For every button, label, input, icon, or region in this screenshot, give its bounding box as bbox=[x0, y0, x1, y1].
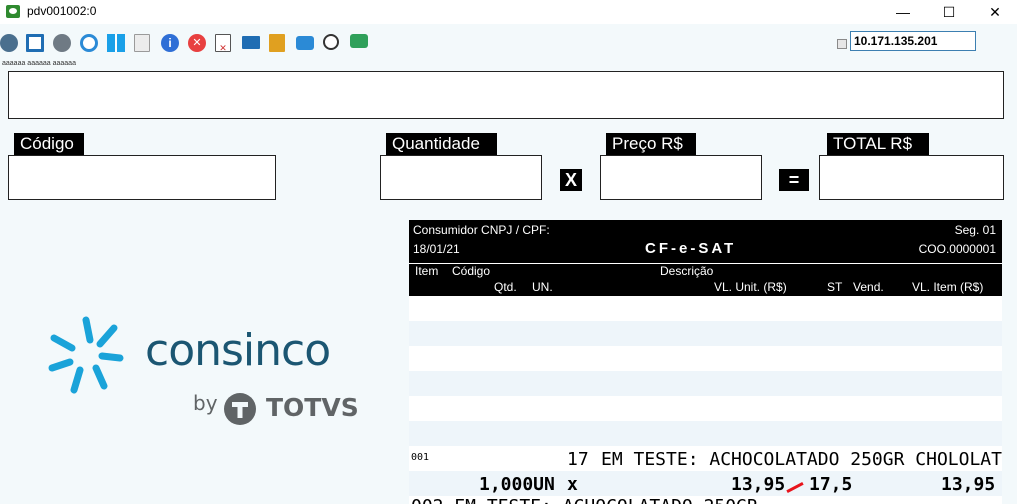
title-bar: pdv001002:0 — ☐ ✕ bbox=[0, 0, 1017, 24]
receipt-row bbox=[409, 321, 1002, 346]
equals-symbol: = bbox=[779, 169, 809, 191]
receipt-row bbox=[409, 371, 1002, 396]
col-qtd: Qtd. bbox=[494, 280, 517, 294]
ip-address-input[interactable] bbox=[850, 31, 976, 51]
download-file-icon[interactable]: ✕ bbox=[215, 34, 231, 53]
message-display bbox=[8, 71, 1004, 119]
camera-icon[interactable] bbox=[296, 36, 314, 50]
col-codigo: Código bbox=[452, 264, 491, 278]
total-input[interactable] bbox=[819, 155, 1004, 200]
maximize-button[interactable]: ☐ bbox=[926, 0, 972, 24]
receipt-date: 18/01/21 bbox=[413, 242, 460, 256]
info-icon[interactable]: i bbox=[161, 34, 179, 52]
stop-icon[interactable]: ✕ bbox=[188, 34, 206, 52]
item-total: 13,95 bbox=[941, 474, 996, 495]
receipt-row bbox=[409, 421, 1002, 446]
preco-label: Preço R$ bbox=[606, 133, 696, 155]
gears-icon[interactable] bbox=[0, 34, 18, 52]
next-item-partial: 002 EM TESTE: ACHOCOLATADO 250GR bbox=[411, 496, 758, 504]
item-number: 001 bbox=[411, 452, 430, 463]
ip-checkbox[interactable] bbox=[837, 39, 847, 49]
status-line: aaaaaa aaaaaa aaaaaa bbox=[2, 60, 76, 67]
windows-icon[interactable] bbox=[107, 34, 125, 52]
settings-icon[interactable] bbox=[53, 34, 71, 52]
fullscreen-icon[interactable] bbox=[26, 34, 44, 52]
receipt-row bbox=[409, 296, 1002, 321]
coo-label: COO.0000001 bbox=[918, 242, 996, 256]
totvs-mark-icon bbox=[224, 393, 256, 425]
consumer-label: Consumidor CNPJ / CPF: bbox=[413, 223, 550, 237]
document-icon[interactable] bbox=[134, 34, 150, 52]
logo-by: by bbox=[193, 391, 218, 415]
item-st: 17,5 bbox=[809, 474, 853, 495]
quantidade-input[interactable] bbox=[380, 155, 542, 200]
col-vend: Vend. bbox=[853, 280, 884, 294]
close-button[interactable]: ✕ bbox=[972, 0, 1017, 24]
item-description: EM TESTE: ACHOCOLATADO 250GR CHOLOLAT bbox=[601, 449, 1002, 470]
refresh-icon[interactable] bbox=[80, 34, 98, 52]
minimize-button[interactable]: — bbox=[880, 0, 926, 24]
logo-totvs: TOTVS bbox=[266, 393, 359, 422]
seg-label: Seg. 01 bbox=[954, 223, 996, 237]
col-un: UN. bbox=[532, 280, 553, 294]
col-descricao: Descrição bbox=[660, 264, 714, 278]
preco-input[interactable] bbox=[600, 155, 762, 200]
window-title: pdv001002:0 bbox=[27, 4, 97, 18]
crosshair-icon[interactable] bbox=[323, 34, 339, 50]
col-item: Item bbox=[415, 264, 439, 278]
chat-icon[interactable] bbox=[350, 34, 368, 48]
item-unit-price: 13,95 bbox=[731, 474, 786, 495]
item-qty: 1,000UN bbox=[479, 474, 555, 495]
receipt-row bbox=[409, 396, 1002, 421]
logo-wordmark: consinco bbox=[145, 325, 331, 376]
receipt-row bbox=[409, 346, 1002, 371]
quantidade-label: Quantidade bbox=[386, 133, 497, 155]
item-times: x bbox=[567, 474, 578, 495]
receipt-title: CF-e-SAT bbox=[645, 240, 737, 257]
col-st: ST bbox=[827, 280, 843, 294]
receipt-panel: Consumidor CNPJ / CPF: Seg. 01 18/01/21 … bbox=[409, 220, 1002, 504]
app-eye-icon bbox=[6, 5, 20, 18]
col-vl-unit: VL. Unit. (R$) bbox=[714, 280, 787, 294]
monitor-icon[interactable] bbox=[242, 36, 260, 49]
book-icon[interactable] bbox=[269, 34, 285, 52]
consinco-burst-icon bbox=[48, 316, 124, 394]
col-vl-item: VL. Item (R$) bbox=[912, 280, 984, 294]
times-symbol: X bbox=[560, 169, 582, 191]
codigo-label: Código bbox=[14, 133, 84, 155]
codigo-input[interactable] bbox=[8, 155, 276, 200]
total-label: TOTAL R$ bbox=[827, 133, 929, 155]
item-code: 17 bbox=[567, 449, 589, 470]
receipt-header: Consumidor CNPJ / CPF: Seg. 01 18/01/21 … bbox=[409, 220, 1002, 296]
